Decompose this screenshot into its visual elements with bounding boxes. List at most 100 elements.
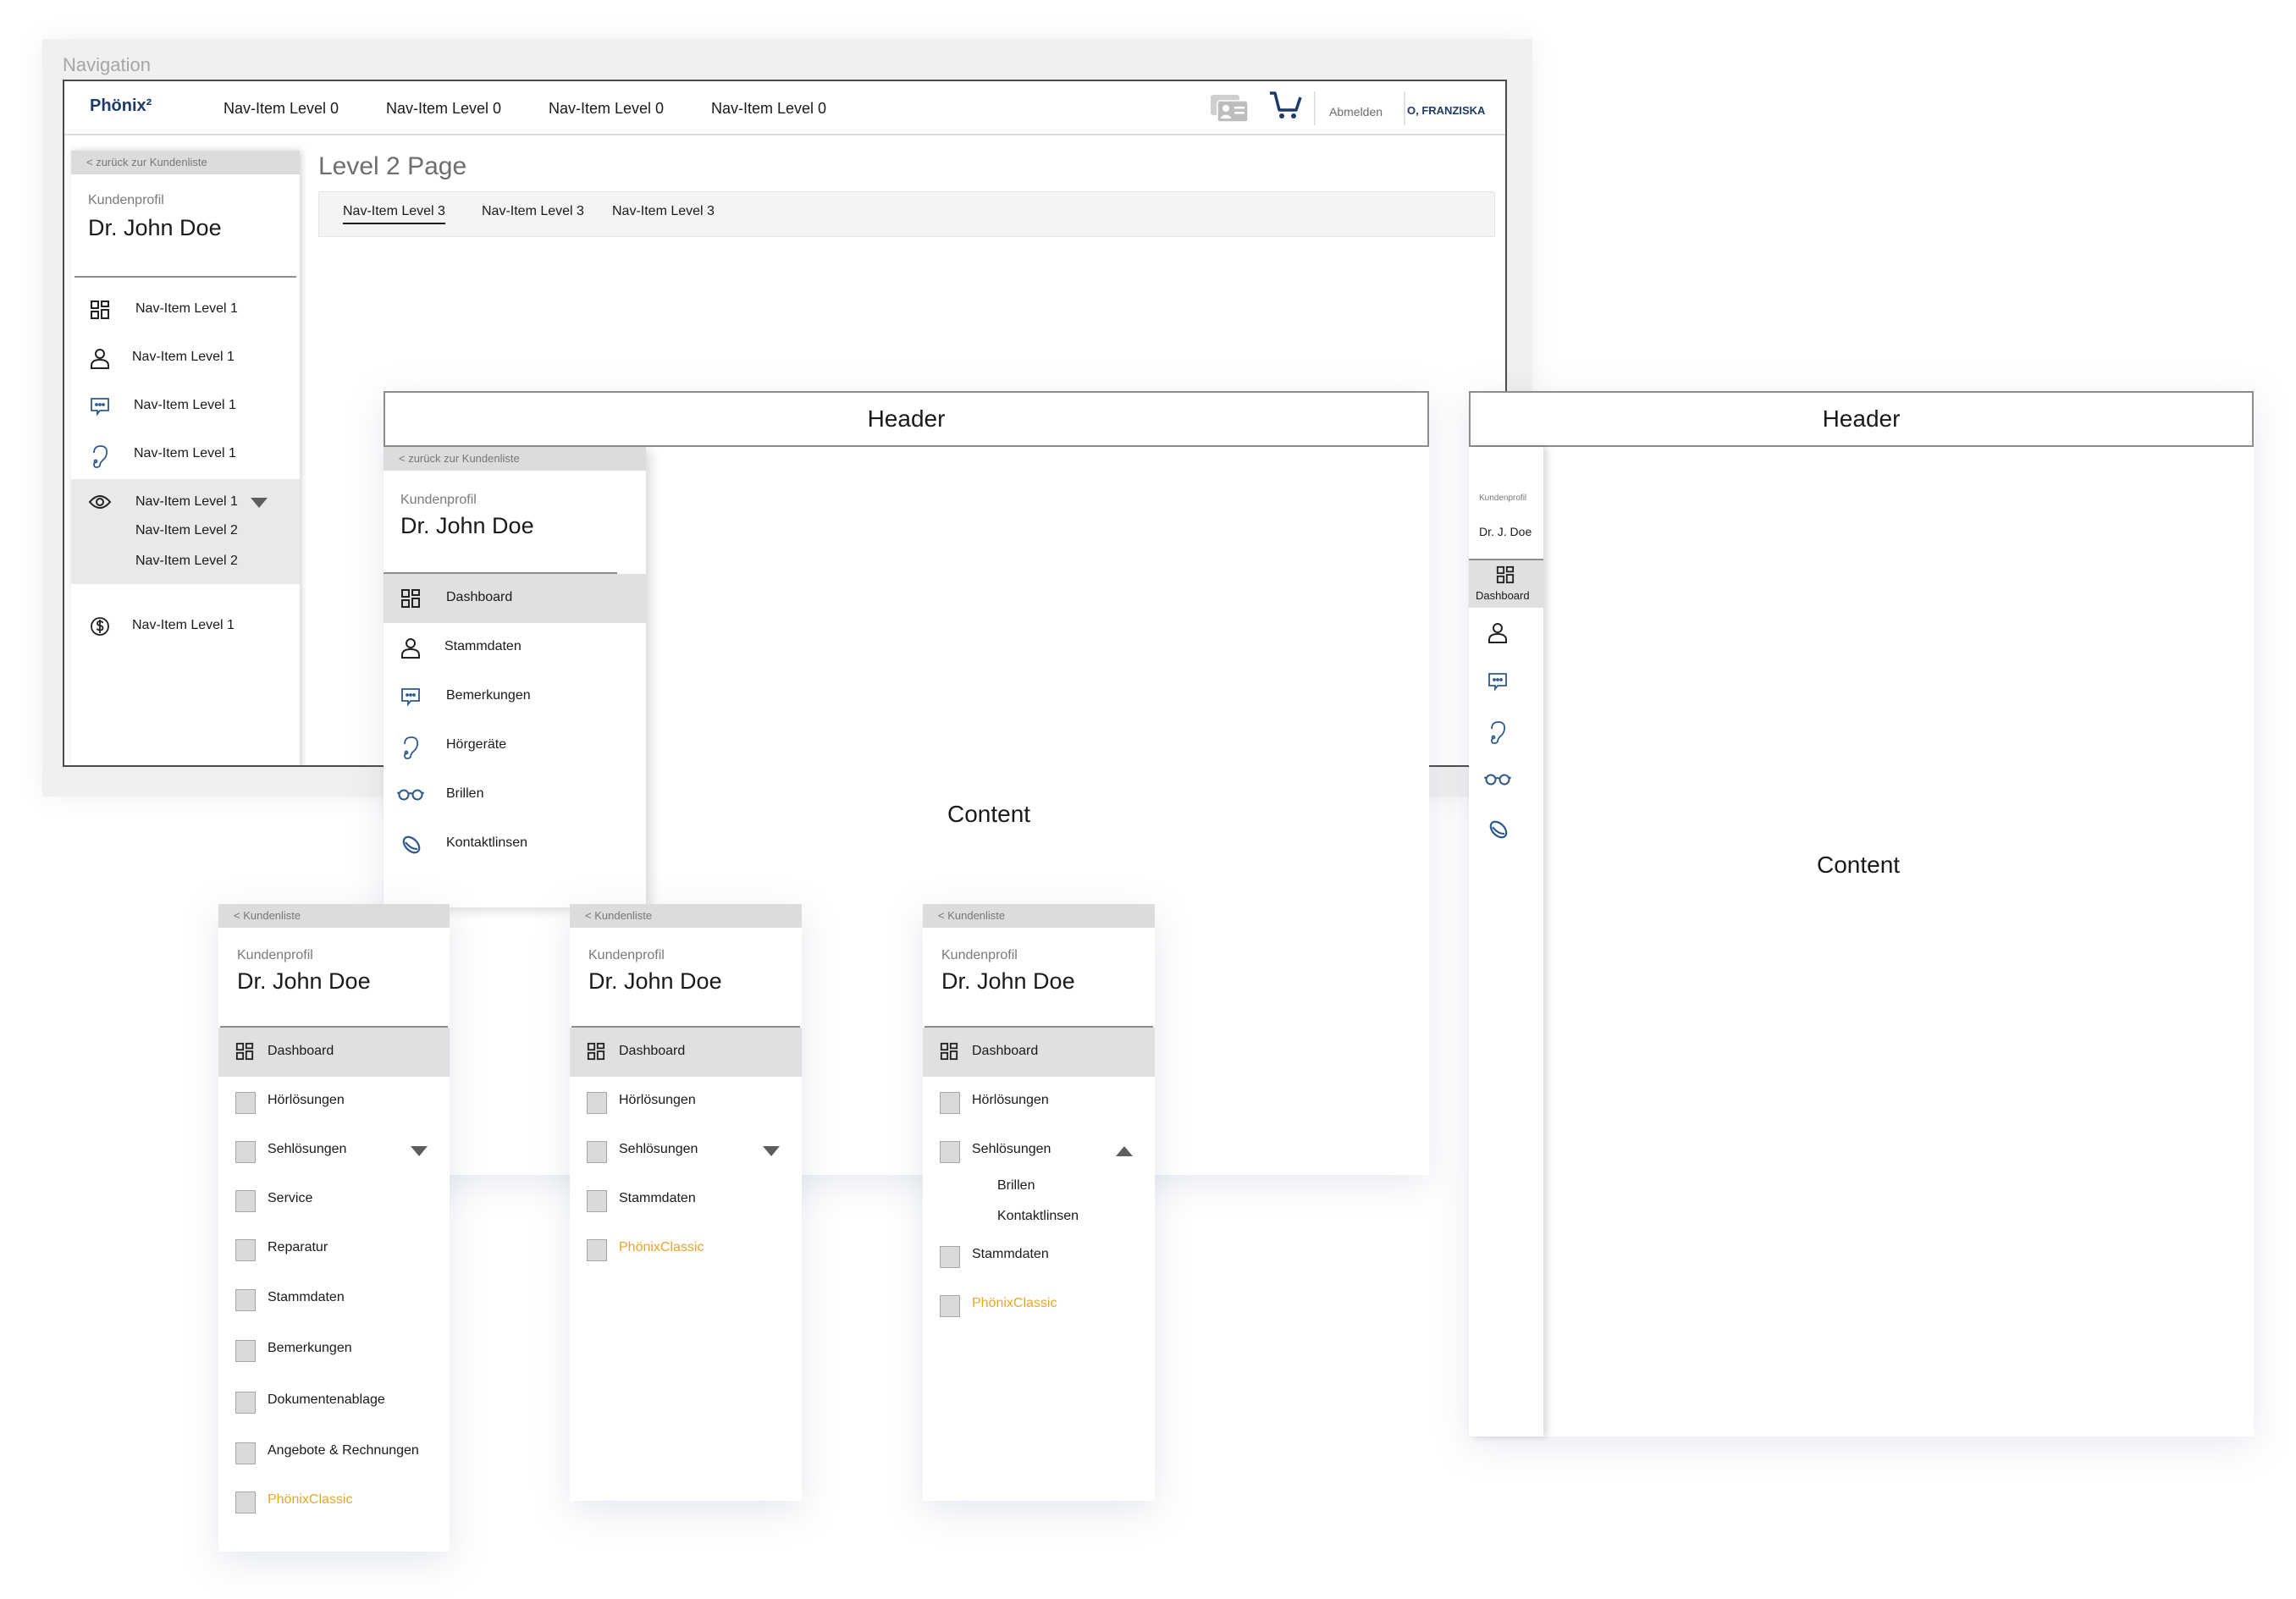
menu-item[interactable]: Stammdaten xyxy=(570,1175,802,1224)
profile-name: Dr. John Doe xyxy=(400,513,534,538)
sidebar-item[interactable]: Nav-Item Level 1 xyxy=(71,383,300,430)
chevron-up-icon[interactable] xyxy=(1116,1146,1133,1156)
nav-level0-item[interactable]: Nav-Item Level 0 xyxy=(711,100,826,118)
nav-level0-item[interactable]: Nav-Item Level 0 xyxy=(386,100,501,118)
chevron-down-icon[interactable] xyxy=(763,1146,780,1156)
back-to-customer-list[interactable]: < Kundenliste xyxy=(570,904,802,928)
sidebar-item-bemerkungen[interactable] xyxy=(1469,657,1543,706)
content-area: Content xyxy=(1817,852,1901,878)
sidebar-item-hoergeraete[interactable] xyxy=(1469,706,1543,755)
sidebar-item[interactable]: Nav-Item Level 1 xyxy=(71,431,300,478)
dashboard-icon xyxy=(587,1042,605,1061)
logout-link[interactable]: Abmelden xyxy=(1329,105,1383,119)
menu-item[interactable]: Angebote & Rechnungen xyxy=(218,1427,450,1476)
menu-item[interactable]: Dokumentenablage xyxy=(218,1376,450,1425)
chevron-down-icon[interactable] xyxy=(251,498,268,508)
sidebar-item[interactable]: Nav-Item Level 1 xyxy=(71,334,300,382)
separator xyxy=(1314,91,1316,125)
dashboard-icon xyxy=(1496,565,1515,584)
menu-item-label: Service xyxy=(268,1191,313,1205)
menu-item-label: Stammdaten xyxy=(972,1247,1049,1261)
menu-item-label: Dokumentenablage xyxy=(268,1392,385,1407)
sidebar-item-kontaktlinsen[interactable]: Kontaktlinsen xyxy=(384,819,646,868)
sidebar-item[interactable]: Nav-Item Level 1 xyxy=(71,603,300,650)
nav-level0-item[interactable]: Nav-Item Level 0 xyxy=(224,100,339,118)
sidebar-item-brillen[interactable] xyxy=(1469,755,1543,804)
sidebar-item-brillen[interactable]: Brillen xyxy=(384,770,646,819)
chevron-down-icon[interactable] xyxy=(411,1146,428,1156)
id-card-icon[interactable] xyxy=(1209,93,1250,124)
sidebar-item-hoergeraete[interactable]: Hörgeräte xyxy=(384,721,646,770)
menu-subitem[interactable]: Kontaktlinsen xyxy=(997,1209,1079,1224)
menu-item[interactable]: Sehlösungen xyxy=(218,1126,450,1175)
back-to-customer-list[interactable]: < zurück zur Kundenliste xyxy=(384,447,646,471)
sidebar-item-dashboard[interactable]: Dashboard xyxy=(1469,560,1543,608)
menu-item[interactable]: Hörlösungen xyxy=(570,1077,802,1126)
cart-icon[interactable] xyxy=(1268,90,1304,120)
placeholder-icon xyxy=(235,1289,256,1311)
sidebar-item-label: Stammdaten xyxy=(444,639,522,653)
back-to-customer-list[interactable]: < Kundenliste xyxy=(923,904,1155,928)
sidebar-item[interactable]: Nav-Item Level 1 xyxy=(71,286,300,334)
logo[interactable]: Phönix² xyxy=(90,96,152,116)
nav-level0-item[interactable]: Nav-Item Level 0 xyxy=(549,100,664,118)
back-to-customer-list[interactable]: < zurück zur Kundenliste xyxy=(71,151,300,174)
menu-item[interactable]: Reparatur xyxy=(218,1224,450,1273)
ear-icon xyxy=(400,736,421,759)
menu-item[interactable]: Service xyxy=(218,1175,450,1224)
profile-label: Kundenprofil xyxy=(237,948,313,962)
menu-item-phoenixclassic[interactable]: PhönixClassic xyxy=(570,1224,802,1273)
menu-item-dashboard[interactable]: Dashboard xyxy=(923,1028,1155,1077)
dashboard-icon xyxy=(400,588,421,609)
contact-lens-icon xyxy=(1487,819,1510,841)
menu-item-label: Sehlösungen xyxy=(268,1142,347,1156)
page-title: Level 2 Page xyxy=(318,152,467,180)
sidebar-item-label: Nav-Item Level 1 xyxy=(135,301,238,316)
menu-item-dashboard[interactable]: Dashboard xyxy=(570,1028,802,1077)
sidebar-item-label: Brillen xyxy=(446,786,484,801)
menu-item[interactable]: Sehlösungen xyxy=(923,1126,1155,1175)
menu-item-phoenixclassic[interactable]: PhönixClassic xyxy=(218,1476,450,1525)
menu-item[interactable]: Stammdaten xyxy=(923,1231,1155,1280)
menu-item[interactable]: Hörlösungen xyxy=(218,1077,450,1126)
placeholder-icon xyxy=(940,1141,960,1163)
sidebar-subitem[interactable]: Nav-Item Level 2 xyxy=(135,554,238,569)
tab-level3[interactable]: Nav-Item Level 3 xyxy=(482,204,584,223)
sidebar-item-stammdaten[interactable] xyxy=(1469,608,1543,657)
sidebar-subitem[interactable]: Nav-Item Level 2 xyxy=(135,523,238,538)
sidebar-item-bemerkungen[interactable]: Bemerkungen xyxy=(384,672,646,721)
sidebar-item-expanded[interactable]: Nav-Item Level 1 xyxy=(71,479,300,527)
placeholder-icon xyxy=(587,1190,607,1212)
sidebar-level1: < zurück zur Kundenliste Kundenprofil Dr… xyxy=(71,151,300,765)
tab-level3[interactable]: Nav-Item Level 3 xyxy=(343,204,445,224)
comment-icon xyxy=(1487,671,1508,692)
user-name[interactable]: O, FRANZISKA xyxy=(1407,104,1485,117)
tab-level3[interactable]: Nav-Item Level 3 xyxy=(612,204,715,223)
menu-item[interactable]: Bemerkungen xyxy=(218,1325,450,1374)
placeholder-icon xyxy=(235,1392,256,1414)
placeholder-icon xyxy=(940,1295,960,1317)
frame-title: Navigation xyxy=(63,54,151,75)
menu-item-label: Angebote & Rechnungen xyxy=(268,1443,419,1458)
menu-item[interactable]: Hörlösungen xyxy=(923,1077,1155,1126)
sidebar-item-stammdaten[interactable]: Stammdaten xyxy=(384,623,646,672)
placeholder-icon xyxy=(235,1491,256,1514)
menu-item-dashboard[interactable]: Dashboard xyxy=(218,1028,450,1077)
menu-item-label: Reparatur xyxy=(268,1240,328,1254)
comment-icon xyxy=(90,396,110,416)
sidebar-item-label: Nav-Item Level 1 xyxy=(132,350,235,364)
person-icon xyxy=(400,637,421,659)
header: Header xyxy=(384,391,1429,447)
sidebar-item-dashboard[interactable]: Dashboard xyxy=(384,574,646,623)
menu-item-phoenixclassic[interactable]: PhönixClassic xyxy=(923,1280,1155,1329)
menu-item[interactable]: Sehlösungen xyxy=(570,1126,802,1175)
menu-item[interactable]: Stammdaten xyxy=(218,1274,450,1323)
sidebar-item-kontaktlinsen[interactable] xyxy=(1469,804,1543,853)
menu-subitem[interactable]: Brillen xyxy=(997,1178,1035,1194)
placeholder-icon xyxy=(587,1092,607,1114)
dashboard-icon xyxy=(235,1042,254,1061)
sidebar-item-label: Bemerkungen xyxy=(446,688,531,703)
mobile-nav-panel-full: < Kundenliste Kundenprofil Dr. John Doe … xyxy=(218,904,450,1552)
dashboard-icon xyxy=(90,300,110,320)
back-to-customer-list[interactable]: < Kundenliste xyxy=(218,904,450,928)
